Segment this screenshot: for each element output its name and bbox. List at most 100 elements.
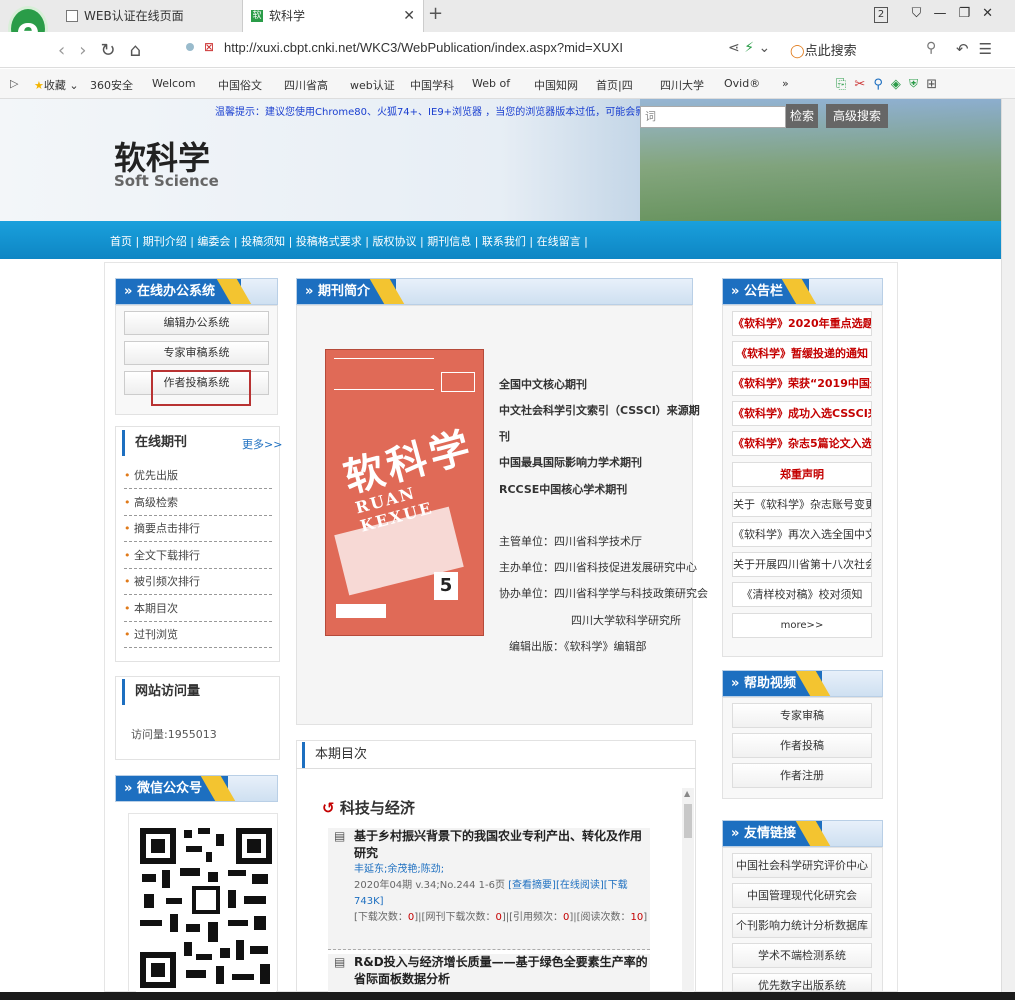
tab-label: 软科学: [269, 9, 306, 23]
nav-editorial[interactable]: 编委会: [197, 235, 230, 248]
nav-intro[interactable]: 期刊介绍: [143, 235, 187, 248]
notice-item[interactable]: 《软科学》成功入选CSSCI来: [732, 401, 872, 426]
close-window-icon[interactable]: ✕: [982, 6, 1005, 21]
forward-icon[interactable]: ›: [79, 40, 100, 61]
taskbar: [0, 992, 1015, 1000]
search-engine-icon: ◯: [790, 44, 805, 59]
search-engine[interactable]: ◯点此搜索: [790, 40, 857, 59]
article-authors[interactable]: 丰延东;余茂艳;陈劲;: [328, 862, 650, 878]
skin-icon[interactable]: ⛉: [912, 6, 934, 21]
journal-cover-image[interactable]: 软科学 RUAN KEXUE 5: [325, 349, 484, 636]
restore-icon[interactable]: ❐: [958, 6, 982, 21]
notice-item[interactable]: 《清样校对稿》校对须知: [732, 582, 872, 607]
share-icon[interactable]: ⋖: [728, 40, 740, 56]
apps-icon[interactable]: ⊞: [926, 77, 945, 92]
back-icon[interactable]: ‹: [58, 40, 79, 61]
undo-icon[interactable]: ↶: [956, 40, 979, 58]
menu-icon[interactable]: ☰: [979, 40, 1002, 58]
notice-item[interactable]: 《软科学》暂缓投递的通知: [732, 341, 872, 366]
magnifier-icon[interactable]: ⚲: [873, 77, 891, 92]
bookmark-item[interactable]: web认证: [350, 77, 395, 93]
list-item[interactable]: 被引频次排行: [124, 569, 272, 595]
help-author-submit-button[interactable]: 作者投稿: [732, 733, 872, 758]
scroll-up-icon[interactable]: ▲: [684, 789, 690, 798]
nav-info[interactable]: 期刊信息: [427, 235, 471, 248]
bookmark-item[interactable]: 中国知网: [534, 77, 578, 93]
friend-link[interactable]: 学术不端检测系统: [732, 943, 872, 968]
tab-count-badge[interactable]: 2: [874, 7, 888, 23]
help-expert-review-button[interactable]: 专家审稿: [732, 703, 872, 728]
nav-contact[interactable]: 联系我们: [482, 235, 526, 248]
bookmarks-overflow-icon[interactable]: »: [782, 77, 789, 90]
new-tab-icon[interactable]: +: [428, 3, 443, 24]
list-item[interactable]: 本期目次: [124, 596, 272, 622]
article-title[interactable]: R&D投入与经济增长质量——基于绿色全要素生产率的省际面板数据分析: [328, 954, 650, 988]
notice-item[interactable]: 《软科学》荣获“2019中国最: [732, 371, 872, 396]
bookmark-item[interactable]: 中国学科: [410, 77, 454, 93]
notice-item[interactable]: 《软科学》杂志5篇论文入选: [732, 431, 872, 456]
toc-header: 本期目次: [302, 742, 692, 768]
friend-link[interactable]: 中国社会科学研究评价中心: [732, 853, 872, 878]
notice-item[interactable]: 关于开展四川省第十八次社会科: [732, 552, 872, 577]
bookmark-item[interactable]: 中国俗文: [218, 77, 262, 93]
expert-review-button[interactable]: 专家审稿系统: [124, 341, 269, 365]
friend-link[interactable]: 中国管理现代化研究会: [732, 883, 872, 908]
friend-link[interactable]: 个刊影响力统计分析数据库: [732, 913, 872, 938]
window-controls[interactable]: ⛉—❐✕: [912, 6, 1005, 21]
editor-system-button[interactable]: 编辑办公系统: [124, 311, 269, 335]
nav-message[interactable]: 在线留言: [537, 235, 581, 248]
shield-icon[interactable]: ⛨: [909, 77, 926, 92]
search-button[interactable]: 检索: [786, 104, 818, 128]
article-item[interactable]: 基于乡村振兴背景下的我国农业专利产出、转化及作用研究 丰延东;余茂艳;陈劲; 2…: [328, 828, 650, 950]
close-tab-icon[interactable]: ✕: [403, 0, 415, 32]
bookmark-fav[interactable]: ★收藏 ⌄: [34, 77, 79, 93]
article-title[interactable]: 基于乡村振兴背景下的我国农业专利产出、转化及作用研究: [328, 828, 650, 862]
search-icon[interactable]: ⚲: [926, 40, 936, 56]
friend-link[interactable]: 优先数字出版系统: [732, 973, 872, 992]
nav-guide[interactable]: 投稿须知: [241, 235, 285, 248]
bookmark-item[interactable]: Ovid®: [724, 77, 760, 90]
keyword-input[interactable]: 词: [640, 106, 786, 128]
article-item[interactable]: R&D投入与经济增长质量——基于绿色全要素生产率的省际面板数据分析: [328, 954, 650, 992]
page-scrollbar[interactable]: [1001, 99, 1015, 992]
bookmark-item[interactable]: 四川大学: [660, 77, 704, 93]
bookmark-item[interactable]: Web of: [472, 77, 510, 90]
help-author-register-button[interactable]: 作者注册: [732, 763, 872, 788]
list-item[interactable]: 过刊浏览: [124, 622, 272, 648]
list-item[interactable]: 高级检索: [124, 490, 272, 516]
dropdown-icon[interactable]: ⌄: [758, 40, 770, 56]
nav-format[interactable]: 投稿格式要求: [296, 235, 362, 248]
tab-ruankexue[interactable]: 软 软科学 ✕: [242, 0, 424, 32]
bookmark-item[interactable]: Welcom: [152, 77, 196, 90]
url-field[interactable]: http://xuxi.cbpt.cnki.net/WKC3/WebPublic…: [224, 40, 623, 55]
security-icon[interactable]: [186, 43, 194, 51]
visits-header: 网站访问量: [122, 679, 272, 705]
bookmark-item[interactable]: 360安全: [90, 77, 133, 93]
bookmark-item[interactable]: 首页|四: [596, 77, 633, 93]
bookmark-item[interactable]: 四川省高: [284, 77, 328, 93]
home-icon[interactable]: ⌂: [130, 40, 155, 61]
toc-scroll-thumb[interactable]: [684, 804, 692, 838]
nav-copyright[interactable]: 版权协议: [373, 235, 417, 248]
notice-item[interactable]: 郑重声明: [732, 462, 872, 487]
scissors-icon[interactable]: ✂: [854, 77, 873, 92]
sidebar-toggle-icon[interactable]: ▷: [10, 77, 18, 90]
advanced-search-button[interactable]: 高级搜索: [826, 104, 888, 128]
tab-web-auth[interactable]: WEB认证在线页面: [58, 0, 240, 32]
journal-more-link[interactable]: 更多>>: [242, 436, 282, 452]
list-item[interactable]: 全文下载排行: [124, 543, 272, 569]
minimize-icon[interactable]: —: [933, 6, 958, 21]
game-icon[interactable]: ◈: [891, 77, 909, 92]
article-meta: 2020年04期 v.34;No.244 1-6页 [查看摘要][在线阅读][下…: [354, 880, 628, 907]
list-item[interactable]: 优先出版: [124, 463, 272, 489]
bulletin-more-link[interactable]: more>>: [732, 613, 872, 638]
notice-item[interactable]: 《软科学》2020年重点选题: [732, 311, 872, 336]
compat-mode-icon[interactable]: ⊠: [204, 40, 214, 54]
list-item[interactable]: 摘要点击排行: [124, 516, 272, 542]
notice-item[interactable]: 《软科学》再次入选全国中文核: [732, 522, 872, 547]
nav-home[interactable]: 首页: [110, 235, 132, 248]
notice-item[interactable]: 关于《软科学》杂志账号变更的: [732, 492, 872, 517]
reload-icon[interactable]: ↻: [100, 40, 129, 61]
screenshot-icon[interactable]: ⎘: [836, 77, 854, 92]
speed-icon[interactable]: ⚡: [744, 40, 754, 56]
